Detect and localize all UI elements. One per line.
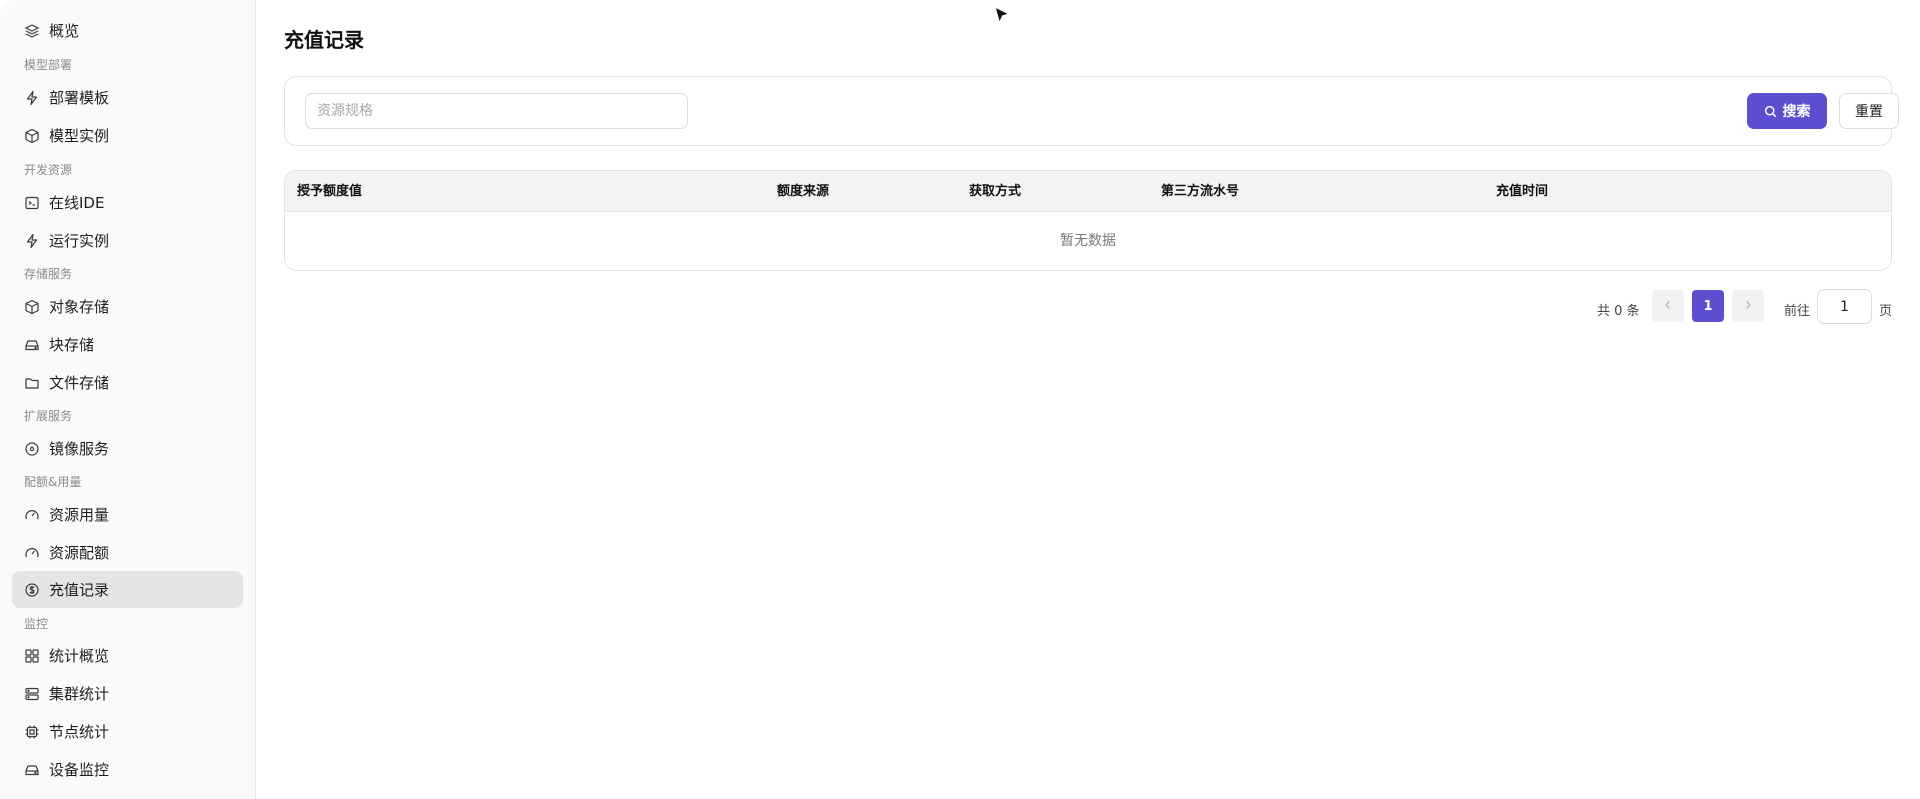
folder-icon [24,375,40,391]
hard-drive-icon [24,762,40,778]
main-content: 充值记录 搜索 重置 授予额度值 额度来源 获取方式 第三方流水号 充值时间 暂… [257,0,1920,799]
sidebar-item-label: 镜像服务 [49,440,110,458]
sidebar-item-label: 对象存储 [49,298,110,316]
column-header-third-party-serial[interactable]: 第三方流水号 [1161,171,1239,212]
pagination-page-current[interactable]: 1 [1692,290,1724,322]
pagination-next-button[interactable] [1732,290,1764,322]
sidebar-item-block-storage[interactable]: 块存储 [12,326,243,363]
sidebar-group-label: 配额&用量 [24,475,82,489]
sidebar-item-recharge-records[interactable]: 充值记录 [12,571,243,608]
sidebar-item-label: 节点统计 [49,723,110,741]
table-empty-text: 暂无数据 [1060,233,1116,249]
pagination-total: 共 0 条 [1597,304,1640,319]
sidebar-item-file-storage[interactable]: 文件存储 [12,364,243,401]
sidebar-item-node-stats[interactable]: 节点统计 [12,713,243,750]
sidebar-item-label: 概览 [49,22,80,40]
sidebar-item-device-monitor[interactable]: 设备监控 [12,751,243,788]
column-header-acquisition-method[interactable]: 获取方式 [969,171,1021,212]
sidebar-item-running-instance[interactable]: 运行实例 [12,222,243,259]
page-title: 充值记录 [284,28,364,52]
cpu-icon [24,724,40,740]
sidebar-group-label: 模型部署 [24,58,73,72]
sidebar-item-online-ide[interactable]: 在线IDE [12,184,243,221]
sidebar-item-label: 模型实例 [49,127,110,145]
sidebar-item-resource-quota[interactable]: 资源配额 [12,534,243,571]
pagination-goto-label: 前往 [1784,304,1811,319]
sidebar-item-overview[interactable]: 概览 [12,12,243,49]
pagination-page-suffix: 页 [1879,304,1893,319]
terminal-icon [24,195,40,211]
dollar-circle-icon [24,582,40,598]
cube-icon [24,128,40,144]
pagination-goto-input[interactable] [1817,289,1872,324]
filter-card: 搜索 重置 [284,76,1899,146]
search-icon [1764,105,1777,118]
disc-icon [24,441,40,457]
chevron-right-icon [1743,299,1753,314]
sidebar-item-label: 充值记录 [49,581,110,599]
mouse-cursor-icon [992,5,1012,27]
bolt-icon [24,90,40,106]
search-button[interactable]: 搜索 [1747,93,1827,129]
sidebar-item-label: 设备监控 [49,761,110,779]
bolt-icon [24,233,40,249]
sidebar-group-label: 监控 [24,617,49,631]
sidebar-group-label: 存储服务 [24,267,73,281]
table-header: 授予额度值 额度来源 获取方式 第三方流水号 充值时间 [285,171,1891,212]
sidebar-item-label: 块存储 [49,336,95,354]
sidebar-item-cluster-stats[interactable]: 集群统计 [12,675,243,712]
sidebar-item-label: 文件存储 [49,374,110,392]
hard-drive-icon [24,337,40,353]
sidebar-item-label: 部署模板 [49,89,110,107]
app-window: 概览 模型部署 部署模板 模型实例 开发资源 在线IDE 运行实例 存储服务 对… [0,0,1920,799]
sidebar-item-label: 集群统计 [49,685,110,703]
search-button-label: 搜索 [1782,104,1811,120]
sidebar-item-stats-overview[interactable]: 统计概览 [12,637,243,674]
column-header-recharge-time[interactable]: 充值时间 [1496,171,1548,212]
sidebar-item-deploy-template[interactable]: 部署模板 [12,79,243,116]
layers-icon [24,23,40,39]
cube-icon [24,299,40,315]
sidebar-group-label: 扩展服务 [24,409,73,423]
column-header-granted-quota[interactable]: 授予额度值 [297,171,362,212]
sidebar-item-label: 在线IDE [49,194,105,212]
sidebar: 概览 模型部署 部署模板 模型实例 开发资源 在线IDE 运行实例 存储服务 对… [0,0,256,799]
column-header-quota-source[interactable]: 额度来源 [777,171,829,212]
gauge-icon [24,507,40,523]
sidebar-group-label: 开发资源 [24,163,73,177]
pagination-prev-button[interactable] [1652,290,1684,322]
sidebar-item-label: 资源用量 [49,506,110,524]
resource-spec-input[interactable] [305,93,688,129]
grid-icon [24,648,40,664]
sidebar-item-resource-usage[interactable]: 资源用量 [12,496,243,533]
sidebar-item-label: 运行实例 [49,232,110,250]
chevron-left-icon [1663,299,1673,314]
gauge-icon [24,545,40,561]
sidebar-item-object-storage[interactable]: 对象存储 [12,288,243,325]
recharge-table: 授予额度值 额度来源 获取方式 第三方流水号 充值时间 暂无数据 [284,170,1892,271]
reset-button[interactable]: 重置 [1839,93,1899,129]
sidebar-item-model-instance[interactable]: 模型实例 [12,117,243,154]
sidebar-item-label: 统计概览 [49,647,110,665]
server-icon [24,686,40,702]
sidebar-item-image-service[interactable]: 镜像服务 [12,430,243,467]
sidebar-item-label: 资源配额 [49,544,110,562]
